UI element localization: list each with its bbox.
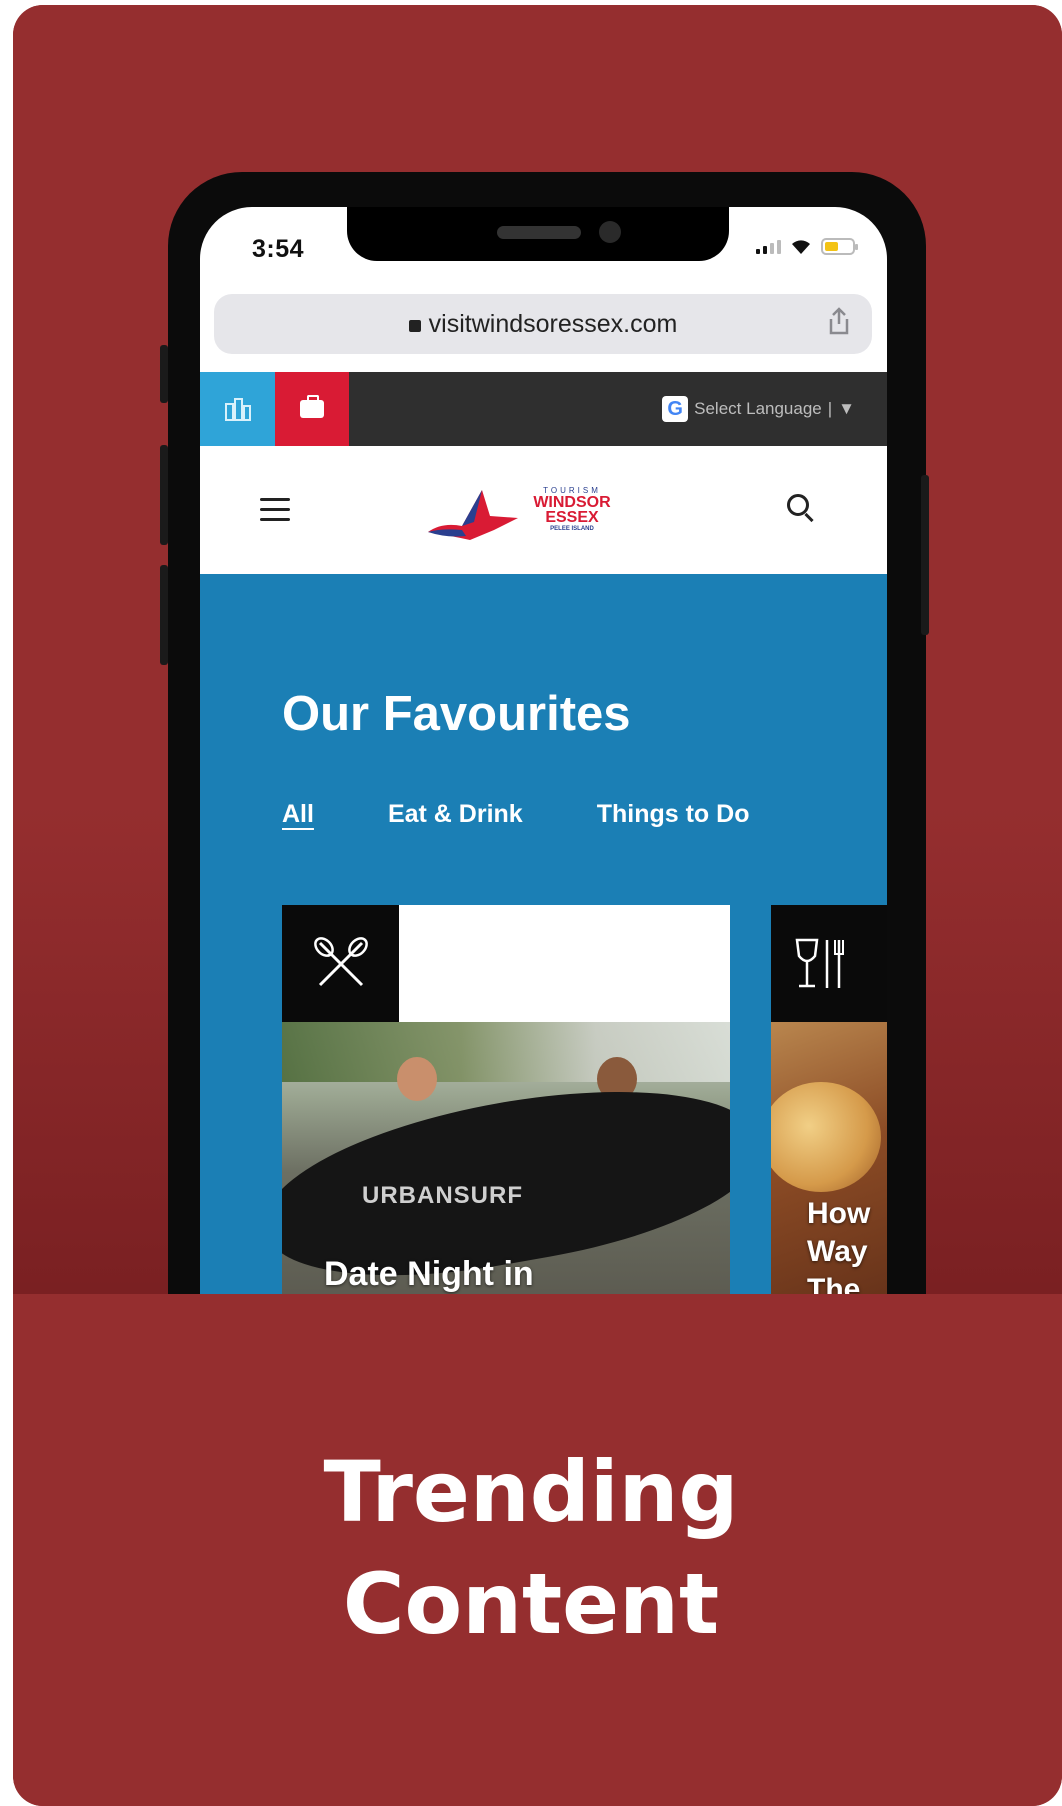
headline-line-1: Trending [323, 1443, 739, 1541]
language-selector[interactable]: G Select Language | ▼ [662, 396, 855, 422]
logo-line-2: WINDSOR [533, 494, 611, 511]
card-2-title: How Way The [807, 1195, 870, 1294]
hamburger-menu-icon[interactable] [260, 498, 290, 528]
signal-icon [756, 238, 781, 254]
favourite-card-2[interactable]: How Way The [771, 905, 887, 1294]
speaker-grille [497, 226, 581, 239]
tab-all[interactable]: All [282, 800, 314, 829]
wifi-icon [792, 240, 810, 254]
site-utility-bar: G Select Language | ▼ [200, 372, 887, 446]
photo-pizza [771, 1082, 881, 1192]
browser-address-bar[interactable]: visitwindsoressex.com [214, 294, 872, 354]
front-camera [599, 221, 621, 243]
battery-icon [821, 237, 858, 255]
card-2-title-line-2: Way [807, 1235, 868, 1268]
phone-power-button [921, 475, 929, 635]
phone-screen: 3:54 visitwindsoressex.com G Select Lang… [200, 207, 887, 1294]
logo-line-3: ESSEX [545, 509, 599, 526]
headline-line-2: Content [342, 1555, 720, 1653]
language-label: Select Language [694, 399, 822, 418]
url-text: visitwindsoressex.com [428, 310, 678, 338]
search-icon[interactable] [787, 494, 809, 516]
photo-person-left [397, 1057, 437, 1101]
date-night-photo: URBANSURF [282, 1022, 730, 1294]
chevron-down-icon: ▼ [838, 399, 855, 418]
status-time: 3:54 [252, 235, 305, 263]
map-icon[interactable] [200, 372, 275, 446]
crossed-paddles-icon [282, 905, 399, 1022]
card-1-title: Date Night in [324, 1255, 534, 1293]
share-icon[interactable] [828, 307, 850, 342]
favourites-section: Our Favourites All Eat & Drink Things to… [200, 574, 887, 1294]
favourite-card-1[interactable]: URBANSURF Date Night in [282, 905, 730, 1294]
briefcase-icon[interactable] [275, 372, 349, 446]
battery-level [825, 241, 838, 251]
logo-wordmark: TOURISM WINDSOR ESSEX PELEE ISLAND [524, 486, 620, 533]
favourites-tabs: All Eat & Drink Things to Do [282, 800, 823, 829]
site-header: TOURISM WINDSOR ESSEX PELEE ISLAND [200, 446, 887, 574]
board-logo-text: URBANSURF [362, 1182, 523, 1209]
phone-side-button [160, 345, 168, 403]
status-icons [756, 237, 858, 255]
language-divider: | [827, 399, 833, 418]
url-display[interactable]: visitwindsoressex.com [214, 310, 872, 339]
tab-eat-drink[interactable]: Eat & Drink [388, 800, 523, 829]
photo-background-trees [282, 1022, 730, 1082]
phone-volume-up-button [160, 445, 168, 545]
bird-logo-icon [428, 490, 518, 540]
promo-headline: Trending Content [0, 1436, 1062, 1660]
google-g-icon: G [662, 396, 689, 422]
favourites-title: Our Favourites [282, 687, 631, 741]
logo-line-4: PELEE ISLAND [550, 526, 594, 532]
tab-things-to-do[interactable]: Things to Do [597, 800, 750, 829]
lock-icon [408, 320, 421, 332]
phone-volume-down-button [160, 565, 168, 665]
wine-utensils-icon [771, 905, 887, 1022]
phone-notch [347, 207, 729, 261]
card-2-title-line-1: How [807, 1197, 871, 1230]
site-logo[interactable]: TOURISM WINDSOR ESSEX PELEE ISLAND [422, 482, 622, 546]
card-2-title-line-3: The [807, 1273, 861, 1294]
phone-mockup-clip: 3:54 visitwindsoressex.com G Select Lang… [13, 5, 1062, 1294]
briefcase-shape [300, 395, 324, 418]
